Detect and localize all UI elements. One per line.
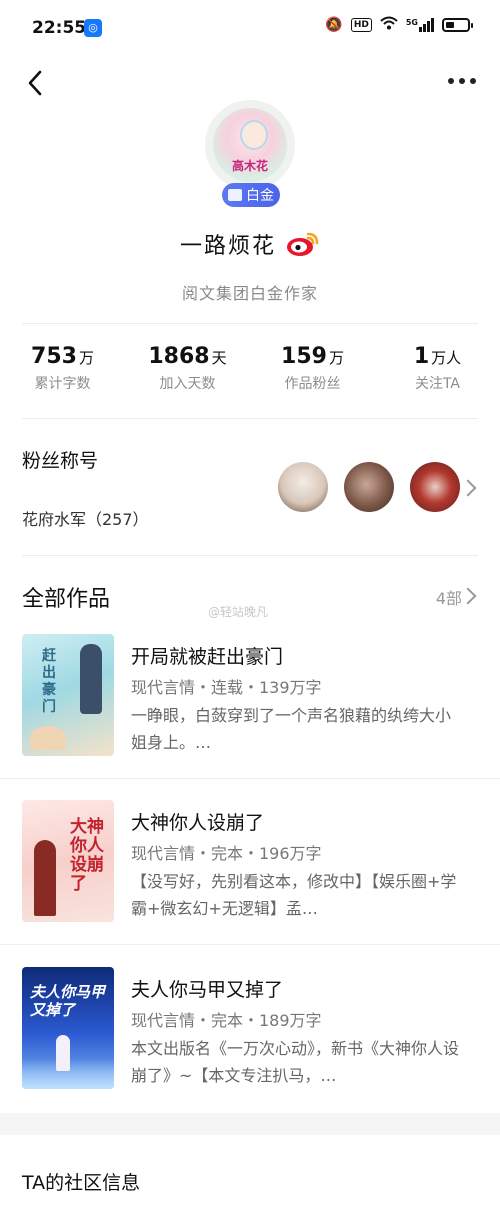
fans-group-name[interactable]: 花府水军（257） <box>22 506 149 530</box>
author-name-row: 一路烦花 <box>0 228 500 260</box>
chevron-right-icon[interactable] <box>459 587 477 605</box>
divider <box>22 555 478 556</box>
dot-icon <box>459 78 465 84</box>
book-meta: 现代言情・完本・196万字 <box>131 844 322 863</box>
cover-title-text: 夫人你马甲又掉了 <box>30 983 106 1019</box>
community-title: TA的社区信息 <box>22 1172 141 1194</box>
fan-avatar[interactable] <box>344 462 394 512</box>
hd-icon: HD <box>350 18 372 32</box>
stat-work-fans: 159 万 作品粉丝 <box>281 344 344 392</box>
author-title: 阅文集团白金作家 <box>181 284 318 303</box>
app-notification-icon: ◎ <box>84 19 102 37</box>
weibo-icon[interactable] <box>286 231 320 257</box>
mute-icon: 🔕 <box>325 17 343 33</box>
book-item[interactable]: 赶出豪门 开局就被赶出豪门 现代言情・连载・139万字 一睁眼，白蔹穿到了一个声… <box>0 632 500 797</box>
chevron-left-icon <box>28 70 42 96</box>
dot-icon <box>448 78 454 84</box>
book-item[interactable]: 夫人你马甲又掉了 夫人你马甲又掉了 现代言情・完本・189万字 本文出版名《一万… <box>0 965 500 1130</box>
fan-avatar[interactable] <box>410 462 460 512</box>
wifi-icon <box>380 16 398 34</box>
dot-icon <box>470 78 476 84</box>
book-cover[interactable]: 赶出豪门 <box>22 634 114 756</box>
book-title: 大神你人设崩了 <box>131 812 265 834</box>
book-title: 夫人你马甲又掉了 <box>131 979 284 1001</box>
battery-icon <box>442 18 473 32</box>
badge-icon <box>228 189 242 201</box>
divider <box>22 418 478 419</box>
author-name: 一路烦花 <box>179 234 276 259</box>
author-avatar[interactable]: 高木花 <box>205 100 295 190</box>
stat-total-words: 753 万 累计字数 <box>31 344 94 392</box>
back-button[interactable] <box>22 68 52 98</box>
divider <box>0 778 500 779</box>
watermark: @轻站晚凡 <box>208 605 269 619</box>
signal-icon: 5G <box>406 18 434 32</box>
avatar-logo-text: 高木花 <box>231 159 268 173</box>
book-item[interactable]: 大神你人设崩了 大神你人设崩了 现代言情・完本・196万字 【没写好，先别看这本… <box>0 798 500 963</box>
book-meta: 现代言情・完本・189万字 <box>131 1011 322 1030</box>
book-description: 本文出版名《一万次心动》，新书《大神你人设崩了》~【本文专注扒马，… <box>131 1039 460 1085</box>
more-options-button[interactable] <box>448 78 476 84</box>
book-meta: 现代言情・连载・139万字 <box>131 678 322 697</box>
section-gap <box>0 1113 500 1135</box>
chevron-right-icon[interactable] <box>459 479 477 497</box>
works-title: 全部作品 <box>22 587 111 612</box>
book-description: 【没写好，先别看这本，修改中】【娱乐圈+学霸+微玄幻+无逻辑】孟… <box>131 872 457 918</box>
stat-join-days: 1868 天 加入天数 <box>148 344 227 392</box>
platinum-badge: 白金 <box>222 183 280 207</box>
stats-row: 753 万 累计字数 1868 天 加入天数 159 万 作品粉丝 1 万人 关注TA <box>0 344 500 393</box>
book-cover[interactable]: 大神你人设崩了 <box>22 800 114 922</box>
cover-title-text: 赶出豪门 <box>42 648 56 715</box>
book-cover[interactable]: 夫人你马甲又掉了 <box>22 967 114 1089</box>
cover-title-text: 大神你人设崩了 <box>70 817 104 894</box>
stat-followers[interactable]: 1 万人 关注TA <box>375 344 500 393</box>
divider <box>22 323 478 324</box>
book-description: 一睁眼，白蔹穿到了一个声名狼藉的纨绔大小姐身上。… <box>131 706 452 752</box>
fans-title: 粉丝称号 <box>22 450 99 472</box>
fan-avatar[interactable] <box>278 462 328 512</box>
badge-label: 白金 <box>246 188 274 204</box>
divider <box>0 944 500 945</box>
status-time: 22:55 <box>32 18 87 38</box>
status-icons: 🔕 HD 5G <box>325 16 473 34</box>
works-count-link[interactable]: 4部 <box>436 585 462 609</box>
book-title: 开局就被赶出豪门 <box>131 646 284 668</box>
